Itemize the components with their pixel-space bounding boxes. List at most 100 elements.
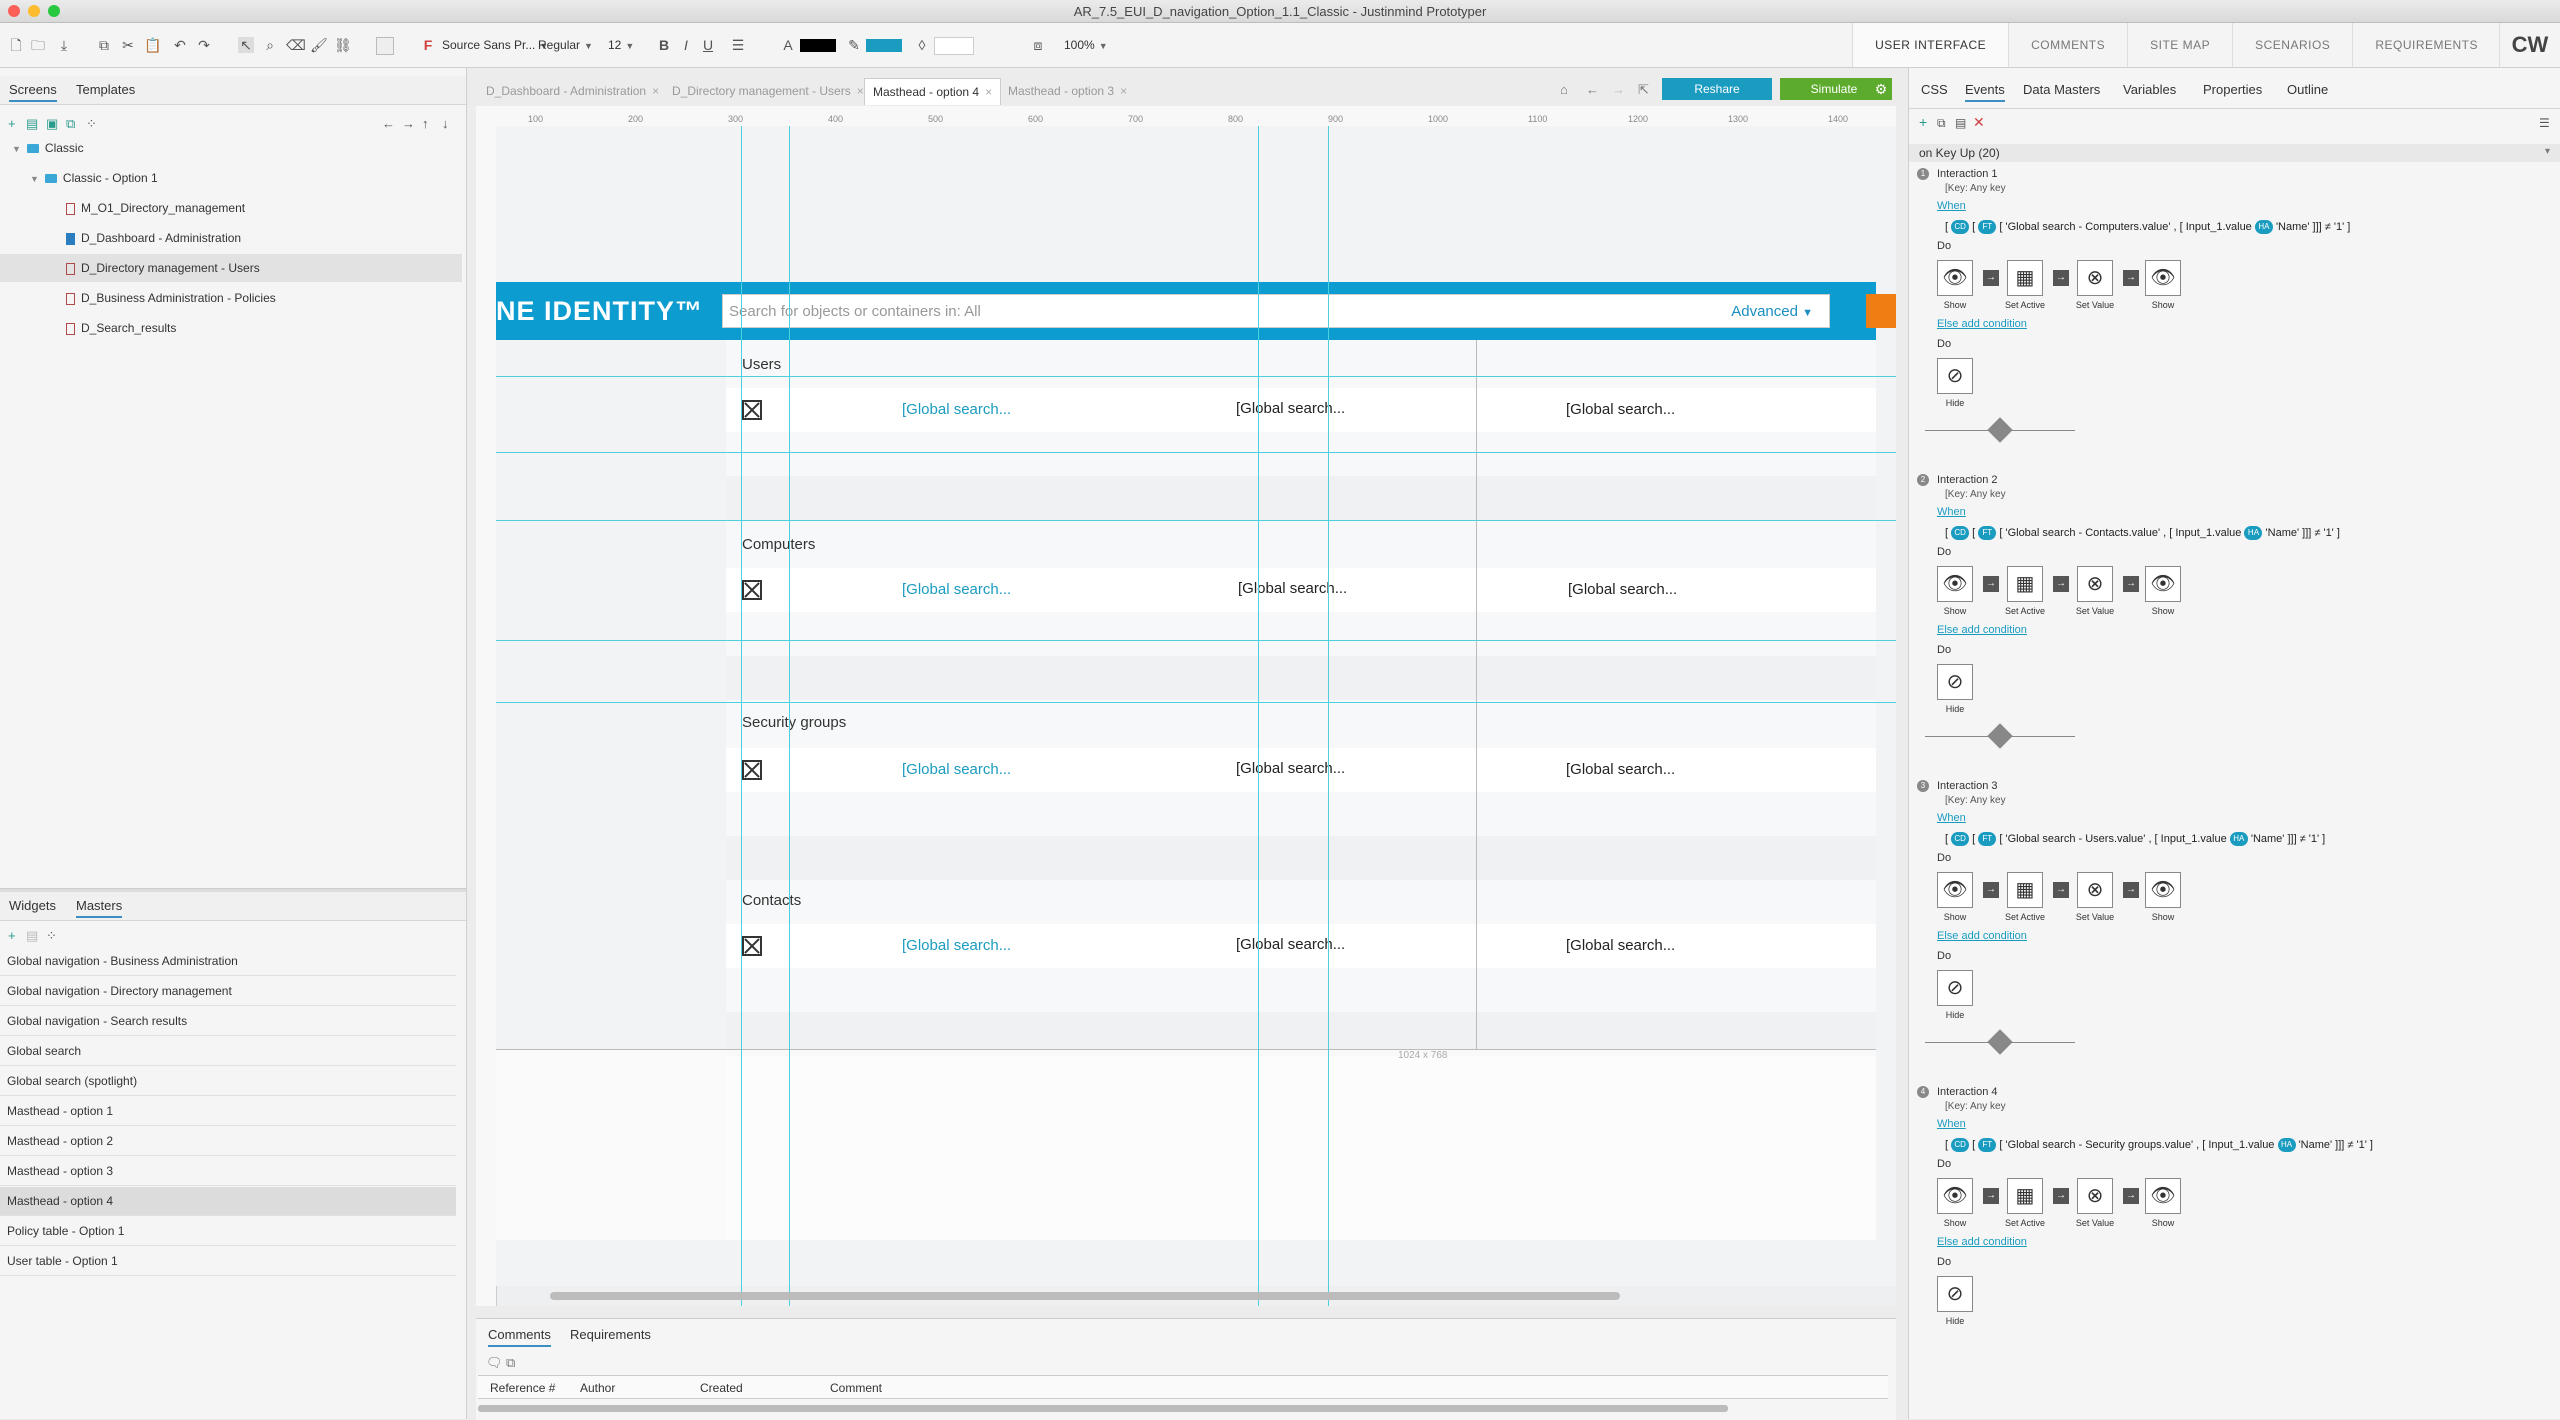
tree-screen-item[interactable]: D_Business Administration - Policies (0, 284, 462, 312)
tree-screen-item[interactable]: D_Search_results (0, 314, 462, 342)
tab-outline[interactable]: Outline (2287, 82, 2328, 97)
master-item[interactable]: Global navigation - Directory management (0, 977, 456, 1006)
close-tab-icon[interactable]: × (1120, 84, 1127, 98)
close-tab-icon[interactable]: × (652, 84, 659, 98)
opacity-field[interactable] (934, 37, 974, 55)
show-action-icon[interactable]: 👁 (1937, 566, 1973, 602)
result-row[interactable]: [Global search... [Global search... [Glo… (726, 748, 1876, 792)
result-link-cell[interactable]: [Global search... (902, 401, 1011, 418)
set-value-action-icon[interactable]: ⊗ (2077, 872, 2113, 908)
move-right-icon[interactable]: → (402, 116, 415, 131)
zoom-icon[interactable]: ⌕ (262, 37, 278, 53)
condition-expression[interactable]: [ CD [ FT [ 'Global search - Computers.v… (1945, 220, 2350, 234)
condition-expression[interactable]: [ CD [ FT [ 'Global search - Users.value… (1945, 832, 2325, 846)
comments-scrollbar[interactable] (478, 1405, 1728, 1412)
move-left-icon[interactable]: ← (382, 116, 395, 131)
result-row[interactable]: [Global search... [Global search... [Glo… (726, 568, 1876, 612)
tab-properties[interactable]: Properties (2203, 82, 2262, 97)
tab-widgets[interactable]: Widgets (9, 898, 56, 913)
text-color-swatch[interactable] (800, 39, 836, 52)
col-reference[interactable]: Reference # (490, 1381, 555, 1395)
master-item[interactable]: Masthead - option 4 (0, 1187, 456, 1216)
reshare-button[interactable]: Reshare (1662, 78, 1772, 100)
add-screen-icon[interactable]: + (8, 116, 16, 131)
doc-tab[interactable]: D_Directory management - Users × (664, 78, 872, 104)
horizontal-scrollbar[interactable] (550, 1292, 1620, 1300)
tree-screen-item[interactable]: M_O1_Directory_management (0, 194, 462, 222)
redo-icon[interactable]: ↷ (196, 37, 212, 53)
link-icon[interactable]: ⛓ (334, 37, 352, 53)
interaction-title[interactable]: Interaction 1 (1937, 168, 1998, 180)
global-search-input[interactable]: Search for objects or containers in: All… (722, 294, 1830, 328)
interaction-title[interactable]: Interaction 4 (1937, 1086, 1998, 1098)
add-event-icon[interactable]: + (1919, 114, 1927, 130)
guide-line[interactable] (496, 702, 1896, 703)
show-action-icon[interactable]: 👁 (2145, 1178, 2181, 1214)
show-action-icon[interactable]: 👁 (1937, 872, 1973, 908)
move-down-icon[interactable]: ↓ (442, 116, 449, 131)
hide-action-icon[interactable]: ⊘ (1937, 664, 1973, 700)
back-icon[interactable]: ← (1586, 82, 1599, 97)
else-add-condition-link[interactable]: Else add condition (1937, 930, 2027, 942)
comments-view-icon[interactable]: ⧉ (506, 1355, 515, 1371)
result-row[interactable]: [Global search... [Global search... [Glo… (726, 924, 1876, 968)
collapse-icon[interactable]: ⇱ (1638, 82, 1649, 98)
nav-comments[interactable]: COMMENTS (2008, 23, 2127, 67)
master-item[interactable]: Masthead - option 2 (0, 1127, 456, 1156)
nav-site-map[interactable]: SITE MAP (2127, 23, 2232, 67)
font-family-select[interactable]: Source Sans Pr... ▼ (442, 35, 548, 55)
undo-icon[interactable]: ↶ (172, 37, 188, 53)
hide-action-icon[interactable]: ⊘ (1937, 358, 1973, 394)
pen-icon[interactable]: ✎ (846, 37, 862, 53)
move-up-icon[interactable]: ↑ (422, 116, 429, 131)
interaction-title[interactable]: Interaction 2 (1937, 474, 1998, 486)
tab-data-masters[interactable]: Data Masters (2023, 82, 2100, 97)
delete-event-icon[interactable]: ✕ (1973, 114, 1985, 131)
result-link-cell[interactable]: [Global search... (902, 581, 1011, 598)
tab-requirements[interactable]: Requirements (570, 1327, 651, 1342)
set-active-action-icon[interactable]: ▦ (2007, 1178, 2043, 1214)
align-icon[interactable]: ☰ (730, 37, 746, 53)
italic-button[interactable]: I (678, 37, 694, 53)
tab-css[interactable]: CSS (1921, 82, 1948, 97)
guide-line[interactable] (1258, 126, 1259, 1306)
master-item[interactable]: Masthead - option 1 (0, 1097, 456, 1126)
col-created[interactable]: Created (700, 1381, 743, 1395)
show-action-icon[interactable]: 👁 (2145, 260, 2181, 296)
add-template-icon[interactable]: ▤ (26, 116, 38, 132)
show-action-icon[interactable]: 👁 (2145, 872, 2181, 908)
opacity-icon[interactable]: ◊ (914, 37, 930, 53)
interaction-title[interactable]: Interaction 3 (1937, 780, 1998, 792)
pointer-icon[interactable]: ↖ (238, 37, 254, 53)
master-item[interactable]: Masthead - option 3 (0, 1157, 456, 1186)
user-avatar[interactable]: CW (2499, 23, 2560, 67)
set-active-action-icon[interactable]: ▦ (2007, 260, 2043, 296)
tab-comments[interactable]: Comments (488, 1327, 551, 1347)
set-value-action-icon[interactable]: ⊗ (2077, 566, 2113, 602)
collapse-chevron-icon[interactable]: ▾ (2545, 146, 2550, 157)
search-submit-button[interactable] (1866, 294, 1896, 328)
col-author[interactable]: Author (580, 1381, 615, 1395)
result-link-cell[interactable]: [Global search... (902, 937, 1011, 954)
guide-line[interactable] (496, 640, 1896, 641)
set-value-action-icon[interactable]: ⊗ (2077, 1178, 2113, 1214)
master-item[interactable]: Global search (0, 1037, 456, 1066)
set-active-action-icon[interactable]: ▦ (2007, 566, 2043, 602)
show-action-icon[interactable]: 👁 (1937, 1178, 1973, 1214)
tree-folder-classic-option-1[interactable]: ▼ Classic - Option 1 (0, 164, 462, 192)
cut-icon[interactable]: ✂ (120, 37, 136, 53)
tab-events[interactable]: Events (1965, 82, 2005, 102)
when-link[interactable]: When (1937, 1118, 1966, 1130)
copy-event-icon[interactable]: ⧉ (1937, 116, 1946, 131)
home-icon[interactable]: ⌂ (1560, 82, 1568, 97)
close-tab-icon[interactable]: × (857, 84, 864, 98)
paste-icon[interactable]: 📋 (144, 37, 161, 53)
nav-requirements[interactable]: REQUIREMENTS (2352, 23, 2500, 67)
line-color-swatch[interactable] (866, 39, 902, 52)
close-tab-icon[interactable]: × (985, 85, 992, 99)
duplicate-icon[interactable]: ▤ (26, 928, 38, 944)
fill-color-swatch[interactable] (376, 37, 394, 55)
master-item[interactable]: Global search (spotlight) (0, 1067, 456, 1096)
expand-arrow-icon[interactable]: ▼ (12, 144, 21, 154)
show-action-icon[interactable]: 👁 (1937, 260, 1973, 296)
